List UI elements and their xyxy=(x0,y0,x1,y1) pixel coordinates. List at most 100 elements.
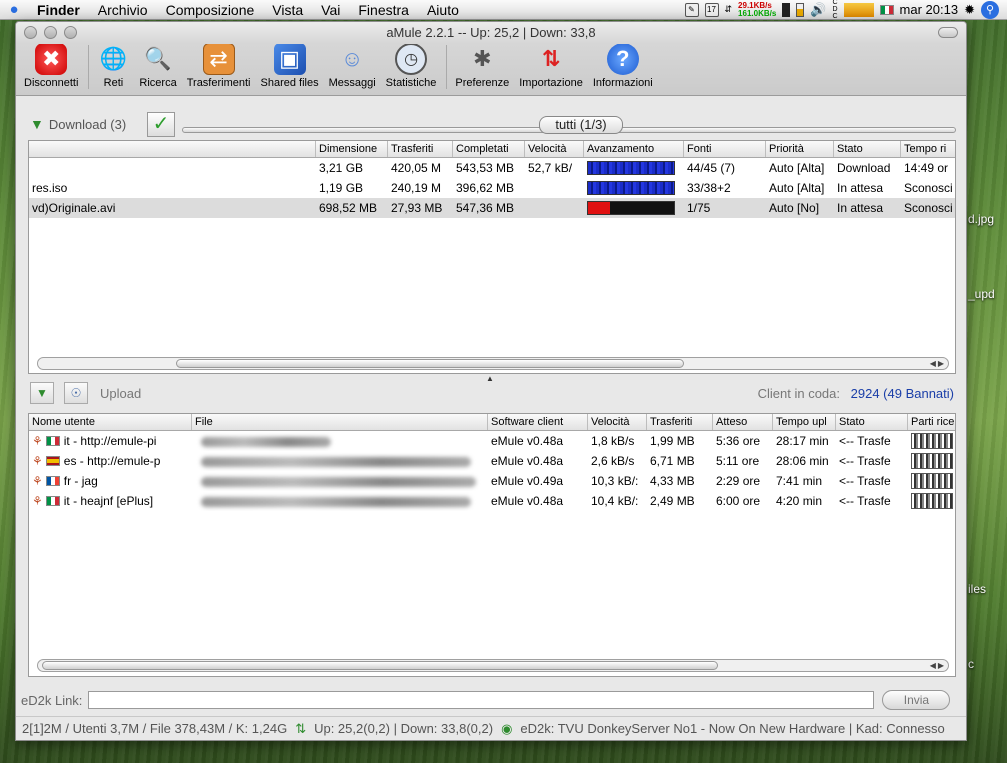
window-titlebar[interactable]: aMule 2.2.1 -- Up: 25,2 | Down: 33,8 xyxy=(16,22,966,44)
input-language-flag-icon[interactable] xyxy=(879,4,894,15)
menu-vai[interactable]: Vai xyxy=(312,2,349,18)
close-window-button[interactable] xyxy=(24,26,37,39)
desktop-file-label[interactable]: iles xyxy=(968,582,986,596)
column-header[interactable]: File xyxy=(192,414,488,430)
column-header[interactable]: Dimensione xyxy=(316,141,388,157)
column-header[interactable]: Stato xyxy=(834,141,901,157)
calendar-icon[interactable]: 17 xyxy=(704,2,719,17)
information-button[interactable]: ? Informazioni xyxy=(593,43,653,89)
ed2k-link-input[interactable] xyxy=(88,691,875,709)
column-header[interactable]: Nome utente xyxy=(29,414,192,430)
upload-rows: ⚘ it - http://emule-pi eMule v0.48a 1,8 kB/… xyxy=(29,431,955,511)
menu-bar: ● Finder Archivio Composizione Vista Vai… xyxy=(0,0,1007,20)
memory-meter-icon[interactable] xyxy=(782,2,791,17)
download-row[interactable]: res.iso 1,19 GB 240,19 M 396,62 MB 33/38+2 Au… xyxy=(29,178,955,198)
column-header[interactable]: Stato xyxy=(836,414,908,430)
volume-icon[interactable]: 🔊 xyxy=(810,2,826,18)
statistics-button[interactable]: ◷ Statistiche xyxy=(386,43,436,89)
column-header[interactable]: Completati xyxy=(453,141,525,157)
toolbar-label: Ricerca xyxy=(139,77,177,89)
column-header[interactable]: Avanzamento xyxy=(584,141,684,157)
script-menu-icon[interactable]: ✎ xyxy=(684,2,699,17)
spotlight-search-icon[interactable]: ⚲ xyxy=(981,0,999,19)
upload-row[interactable]: ⚘ it - heajnf [ePlus] eMule v0.48a 10,4 kB/… xyxy=(29,491,955,511)
desktop-file-label[interactable]: _upd xyxy=(968,287,995,301)
column-header[interactable]: Priorità xyxy=(766,141,834,157)
cpu-meter-icon[interactable]: CDC xyxy=(832,0,837,20)
menu-composizione[interactable]: Composizione xyxy=(157,2,264,18)
scrollbar-thumb[interactable] xyxy=(176,359,684,368)
minimize-window-button[interactable] xyxy=(44,26,57,39)
bluetooth-icon[interactable]: ✹ xyxy=(964,2,975,18)
download-table: Dimensione Trasferiti Completati Velocit… xyxy=(28,140,956,374)
column-header[interactable] xyxy=(29,141,316,157)
queue-value: 2924 (49 Bannati) xyxy=(850,386,954,401)
desktop-file-label[interactable]: c xyxy=(968,657,974,671)
download-cell-status: Download xyxy=(837,161,891,175)
scrollbar-thumb[interactable] xyxy=(42,661,718,670)
parts-received-bar xyxy=(911,453,953,469)
shared-files-button[interactable]: ▣ Shared files xyxy=(261,43,319,89)
disconnect-button[interactable]: ✖ Disconnetti xyxy=(24,43,78,89)
menubar-clock[interactable]: mar 20:13 xyxy=(900,2,959,17)
column-header[interactable]: Velocità xyxy=(525,141,584,157)
upload-section-header: ▼ ☉ Upload Client in coda: 2924 (49 Bann… xyxy=(28,382,956,406)
status-bar: 2[1]2M / Utenti 3,7M / File 378,43M / K:… xyxy=(16,716,966,740)
upload-horizontal-scrollbar[interactable]: ◀▶ xyxy=(37,659,949,672)
download-row[interactable]: 3,21 GB 420,05 M 543,53 MB 52,7 kB/44/45 (7… xyxy=(29,158,955,178)
desktop-file-label[interactable]: d.jpg xyxy=(968,212,994,226)
country-flag-icon xyxy=(45,476,60,486)
weather-graph-icon[interactable] xyxy=(843,2,874,17)
column-header[interactable]: Trasferiti xyxy=(647,414,713,430)
upload-table-header: Nome utente File Software client Velocit… xyxy=(29,414,955,431)
download-table-header: Dimensione Trasferiti Completati Velocit… xyxy=(29,141,955,158)
scroll-arrows-icon[interactable]: ◀▶ xyxy=(930,358,946,369)
download-cell-sources: 33/38+2 xyxy=(687,181,731,195)
download-horizontal-scrollbar[interactable]: ◀▶ xyxy=(37,357,949,370)
toggle-download-upload-icon[interactable]: ▼ xyxy=(30,382,54,404)
preferences-button[interactable]: ✱ Preferenze xyxy=(455,43,509,89)
column-header[interactable]: Software client xyxy=(488,414,588,430)
menu-aiuto[interactable]: Aiuto xyxy=(418,2,468,18)
category-filter-tab[interactable]: tutti (1/3) xyxy=(539,116,623,134)
column-header[interactable]: Parti rice xyxy=(908,414,955,430)
download-row[interactable]: vd)Originale.avi 698,52 MB 27,93 MB 547,36 … xyxy=(29,198,955,218)
battery-icon[interactable] xyxy=(796,2,805,17)
column-header[interactable]: Tempo upl xyxy=(773,414,836,430)
column-header[interactable]: Velocità xyxy=(588,414,647,430)
client-emule-icon: ⚘ xyxy=(32,454,43,468)
menu-archivio[interactable]: Archivio xyxy=(89,2,157,18)
apple-menu-icon[interactable]: ● xyxy=(0,1,28,18)
import-button[interactable]: ⇅ Importazione xyxy=(519,43,583,89)
column-header[interactable]: Tempo ri xyxy=(901,141,955,157)
menu-finder[interactable]: Finder xyxy=(28,2,89,18)
net-speed-monitor[interactable]: 29.1KB/s 161.0KB/s xyxy=(738,1,776,18)
column-header[interactable]: Trasferiti xyxy=(388,141,453,157)
zoom-window-button[interactable] xyxy=(64,26,77,39)
user-name: fr - jag xyxy=(63,474,98,488)
upload-row[interactable]: ⚘ it - http://emule-pi eMule v0.48a 1,8 kB/… xyxy=(29,431,955,451)
info-question-icon: ? xyxy=(606,43,639,75)
menu-finestra[interactable]: Finestra xyxy=(349,2,418,18)
networks-button[interactable]: 🌐 Reti xyxy=(97,43,129,89)
download-section-label[interactable]: ▼ Download (3) xyxy=(30,116,126,132)
upload-row[interactable]: ⚘ es - http://emule-p eMule v0.48a 2,6 kB/s… xyxy=(29,451,955,471)
messages-button[interactable]: ☺ Messaggi xyxy=(329,43,376,89)
column-header[interactable]: Atteso xyxy=(713,414,773,430)
send-link-button[interactable]: Invia xyxy=(882,690,951,710)
redacted-file-name xyxy=(201,436,331,447)
parts-received-bar xyxy=(911,473,953,489)
upload-row[interactable]: ⚘ fr - jag eMule v0.49a 10,3 kB/: 4,33 MB 2:2… xyxy=(29,471,955,491)
transfers-button[interactable]: ⇄ Trasferimenti xyxy=(187,43,251,89)
toolbar-toggle-button[interactable] xyxy=(938,27,958,38)
scroll-arrows-icon[interactable]: ◀▶ xyxy=(930,660,946,671)
upload-queue-icon[interactable]: ☉ xyxy=(64,382,88,404)
toolbar-label: Disconnetti xyxy=(24,77,79,89)
show-completed-checkmark-icon[interactable]: ✓ xyxy=(147,112,175,137)
import-arrows-icon: ⇅ xyxy=(541,46,561,71)
search-button[interactable]: 🔍 Ricerca xyxy=(139,43,176,89)
column-header[interactable]: Fonti xyxy=(684,141,766,157)
menu-vista[interactable]: Vista xyxy=(263,2,312,18)
main-toolbar: ✖ Disconnetti 🌐 Reti 🔍 Ricerca ⇄ Trasfer… xyxy=(16,43,966,96)
upload-cell-transferred: 4,33 MB xyxy=(650,474,695,488)
